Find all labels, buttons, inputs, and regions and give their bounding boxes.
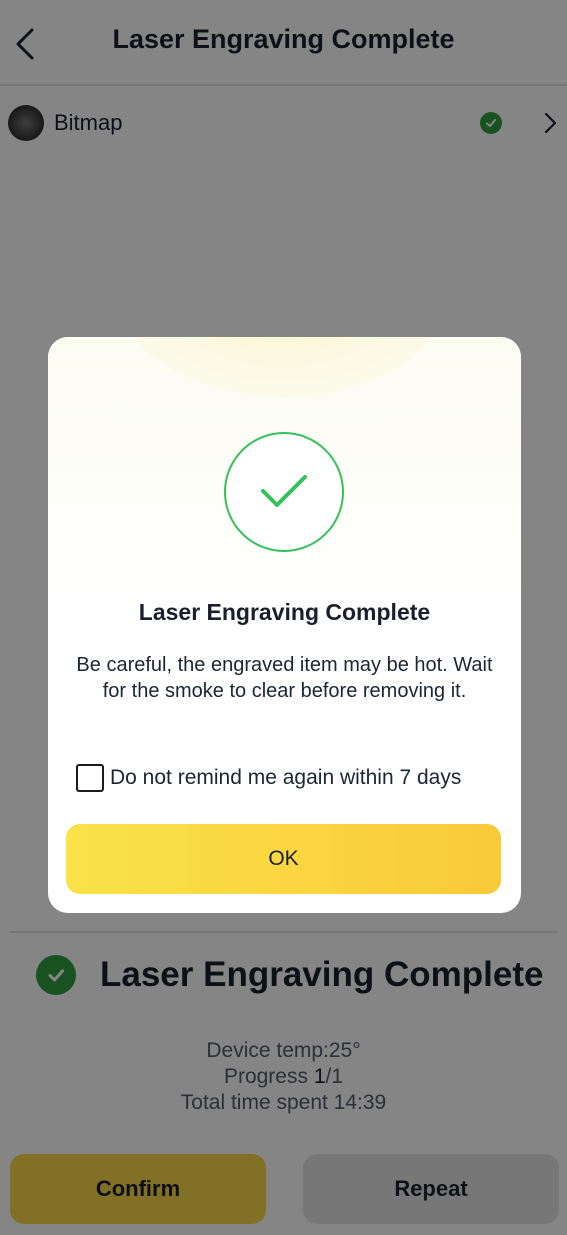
- success-check-icon: [224, 432, 344, 552]
- remind-label: Do not remind me again within 7 days: [110, 766, 462, 789]
- ok-button[interactable]: OK: [66, 824, 501, 894]
- dialog-title: Laser Engraving Complete: [138, 599, 431, 625]
- dialog-message: Be careful, the engraved item may be hot…: [76, 654, 493, 702]
- remind-checkbox[interactable]: [76, 764, 104, 792]
- completion-dialog: Laser Engraving Complete Be careful, the…: [48, 337, 521, 913]
- remind-option[interactable]: Do not remind me again within 7 days: [76, 764, 461, 792]
